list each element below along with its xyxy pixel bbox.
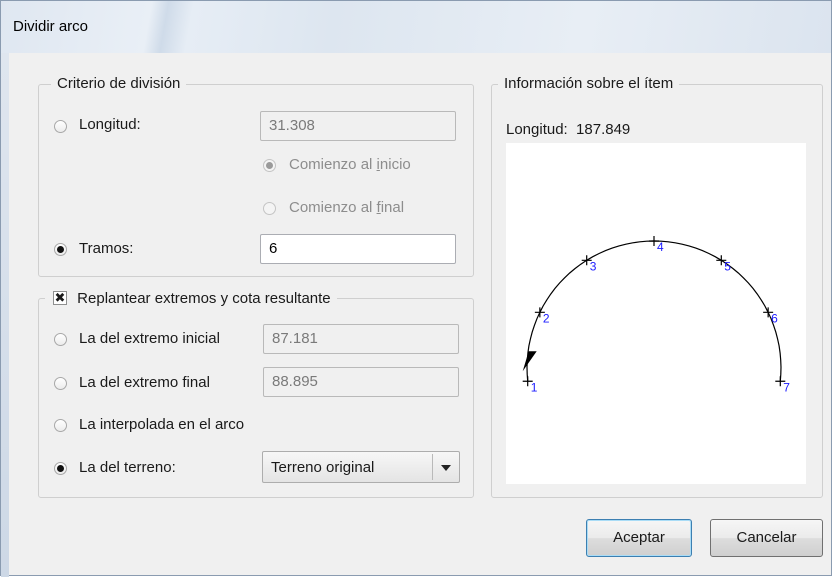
chevron-down-icon[interactable]	[441, 465, 451, 471]
cancelar-button[interactable]: Cancelar	[710, 519, 823, 557]
title-bar[interactable]: Dividir arco	[1, 1, 831, 53]
replantear-checkbox[interactable]: ✖	[53, 291, 67, 306]
interpolada-radio[interactable]	[54, 419, 67, 432]
division-point-label: 1	[531, 380, 538, 394]
division-point-label: 4	[657, 240, 664, 254]
extremo-inicial-field[interactable]: 87.181	[263, 324, 459, 354]
extremo-final-radio[interactable]	[54, 377, 67, 390]
longitud-field[interactable]: 31.308	[260, 111, 456, 141]
informacion-legend: Información sobre el ítem	[498, 75, 680, 92]
info-longitud: Longitud: 187.849	[506, 121, 631, 138]
extremo-inicial-label: La del extremo inicial	[79, 330, 220, 347]
extremo-final-label: La del extremo final	[79, 374, 210, 391]
aceptar-button[interactable]: Aceptar	[586, 519, 692, 557]
division-point-label: 2	[543, 311, 550, 325]
comienzo-final-label: Comienzo al final	[289, 199, 405, 216]
window-frame-left	[1, 53, 9, 577]
terreno-label: La del terreno:	[79, 459, 176, 476]
interpolada-label: La interpolada en el arco	[79, 416, 245, 433]
window-title: Dividir arco	[13, 18, 89, 35]
comienzo-inicio-radio[interactable]	[263, 159, 276, 172]
terreno-select[interactable]: Terreno original	[262, 451, 460, 483]
tramos-field[interactable]: 6	[260, 234, 456, 264]
dividir-arco-dialog: Dividir arco Criterio de división Longit…	[0, 0, 832, 577]
division-point-label: 3	[590, 259, 597, 273]
terreno-select-value: Terreno original	[271, 459, 375, 476]
longitud-label: Longitud:	[79, 116, 141, 133]
division-point-label: 5	[724, 259, 731, 273]
division-point-label: 6	[771, 311, 778, 325]
arc-preview: 1 2 3 4 5 6 7	[506, 143, 806, 484]
division-point-label: 7	[783, 380, 790, 394]
extremo-inicial-radio[interactable]	[54, 333, 67, 346]
replantear-legend-area: ✖ Replantear extremos y cota resultante	[45, 289, 337, 309]
comienzo-final-radio[interactable]	[263, 202, 276, 215]
replantear-label: Replantear extremos y cota resultante	[77, 289, 331, 307]
extremo-final-field[interactable]: 88.895	[263, 367, 459, 397]
criterio-division-legend: Criterio de división	[51, 75, 187, 92]
comienzo-inicio-label: Comienzo al inicio	[289, 156, 411, 173]
tramos-label: Tramos:	[79, 240, 134, 257]
longitud-radio[interactable]	[54, 120, 67, 133]
terreno-radio[interactable]	[54, 462, 67, 475]
arc-curve	[526, 240, 782, 382]
tramos-radio[interactable]	[54, 243, 67, 256]
arc-direction-arrow-icon	[522, 351, 537, 372]
arc-preview-graphic: 1 2 3 4 5 6 7	[522, 236, 790, 394]
terreno-select-separator	[432, 454, 433, 480]
